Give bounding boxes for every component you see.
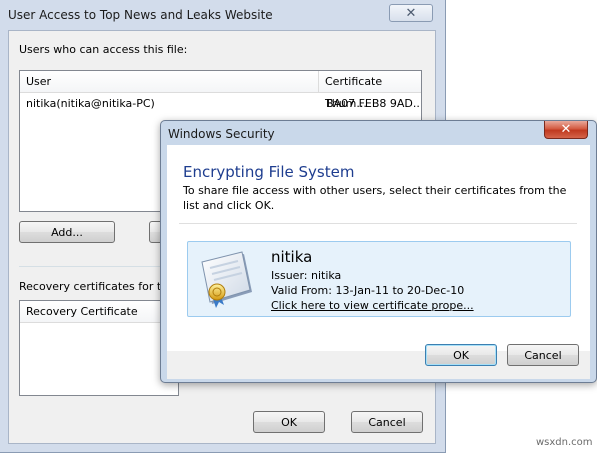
column-user[interactable]: User: [20, 71, 319, 93]
add-button[interactable]: Add...: [19, 221, 115, 243]
user-cell[interactable]: nitika(nitika@nitika-PC): [26, 97, 155, 110]
certificate-issuer: Issuer: nitika: [271, 269, 342, 282]
close-button[interactable]: ✕: [389, 4, 433, 22]
view-certificate-link[interactable]: Click here to view certificate prope...: [271, 299, 474, 312]
security-ok-button[interactable]: OK: [425, 344, 497, 366]
ok-button[interactable]: OK: [253, 411, 325, 433]
efs-heading: Encrypting File System: [183, 163, 355, 181]
cancel-button[interactable]: Cancel: [351, 411, 423, 433]
recovery-list[interactable]: Recovery Certificate: [19, 300, 180, 396]
close-icon: ✕: [405, 5, 417, 21]
security-dialog-title: Windows Security: [168, 127, 275, 141]
certificate-validity: Valid From: 13-Jan-11 to 20-Dec-10: [271, 284, 465, 297]
certificate-name: nitika: [271, 248, 313, 266]
windows-security-dialog: Windows Security ✕ Encrypting File Syste…: [160, 120, 597, 383]
efs-description: To share file access with other users, s…: [183, 184, 567, 212]
column-certificate-thumb[interactable]: Certificate Thum...: [319, 71, 421, 110]
column-recovery-certificate[interactable]: Recovery Certificate: [20, 301, 180, 323]
certificate-icon: [201, 251, 252, 308]
separator: [179, 223, 577, 224]
dialog-title: User Access to Top News and Leaks Websit…: [8, 8, 273, 22]
thumb-cell[interactable]: BA07 FEB8 9AD...: [326, 97, 421, 110]
users-label: Users who can access this file:: [19, 43, 188, 56]
watermark-text: wsxdn.com: [536, 437, 593, 448]
security-dialog-body: Encrypting File System To share file acc…: [167, 145, 590, 351]
security-cancel-button[interactable]: Cancel: [507, 344, 579, 366]
security-close-button[interactable]: ✕: [544, 121, 588, 139]
close-icon: ✕: [560, 122, 572, 137]
certificate-tile[interactable]: nitika Issuer: nitika Valid From: 13-Jan…: [187, 241, 571, 317]
